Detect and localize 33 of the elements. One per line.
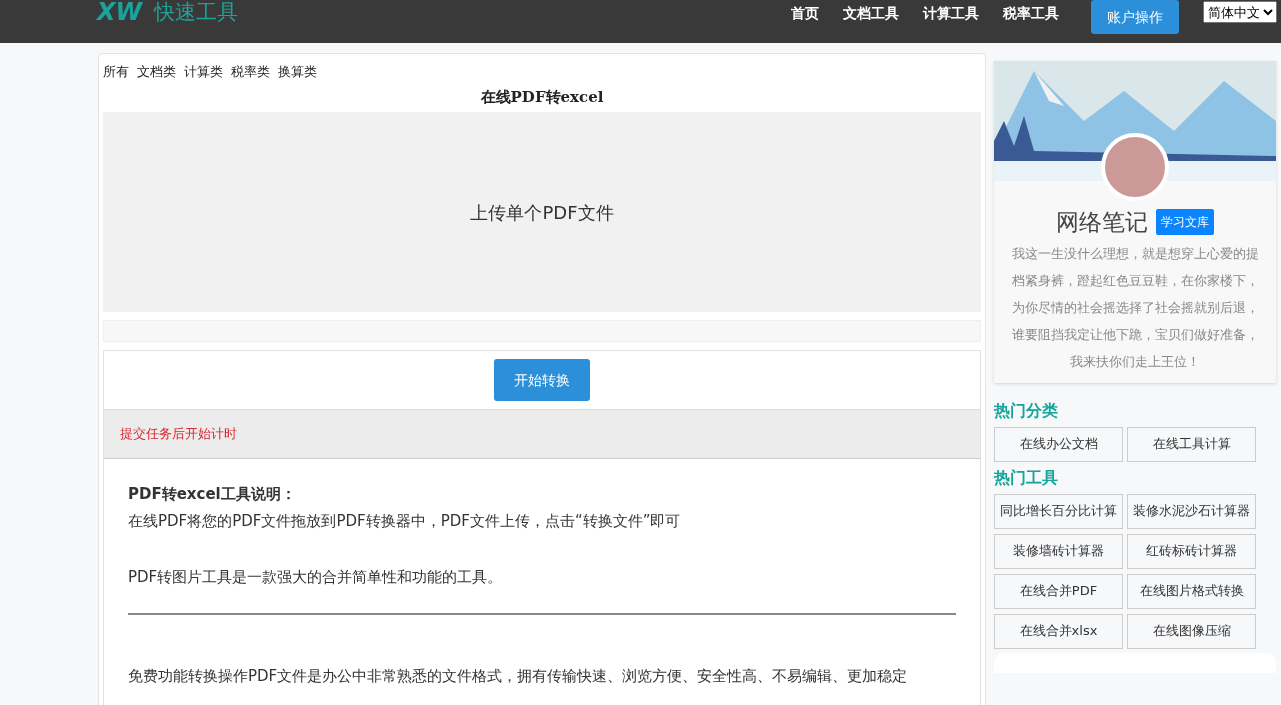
tool-link-button[interactable]: 装修墙砖计算器 — [994, 533, 1123, 569]
category-link[interactable]: 文档类 — [137, 62, 176, 82]
category-link[interactable]: 所有 — [103, 62, 129, 82]
tool-link-button[interactable]: 在线图像压缩 — [1127, 613, 1256, 649]
site-logo[interactable]: XW 快速工具 — [97, 0, 238, 24]
section-title: 热门分类 — [994, 399, 1059, 422]
language-select[interactable]: 简体中文 — [1203, 1, 1277, 23]
tool-link-button[interactable]: 同比增长百分比计算 — [994, 493, 1123, 529]
tool-link-button[interactable]: 在线合并PDF — [994, 573, 1123, 609]
description-paragraph: 免费功能转换操作PDF文件是办公中非常熟悉的文件格式，拥有传输快速、浏览方便、安全性高、不易编辑、更加稳定 — [128, 665, 909, 687]
nav-link[interactable]: 首页 — [791, 2, 819, 24]
profile-bio: 我这一生没什么理想，就是想穿上心爱的提档紧身裤，蹬起红色豆豆鞋，在你家楼下，为你尽情的社会摇选择了社会摇就别后退，谁要阻挡我定让他下跪，宝贝们做好准备，我来扶你们走上王位！ — [1010, 244, 1260, 371]
nav-link[interactable]: 文档工具 — [843, 2, 899, 24]
description-heading: PDF转excel工具说明： — [128, 484, 297, 505]
category-link[interactable]: 税率类 — [231, 62, 270, 82]
category-link[interactable]: 计算类 — [184, 62, 223, 82]
tool-link-button[interactable]: 红砖标砖计算器 — [1127, 533, 1256, 569]
description-paragraph: PDF转图片工具是一款强大的合并简单性和功能的工具。 — [128, 567, 504, 588]
nav-link[interactable]: 税率工具 — [1003, 2, 1059, 24]
section-title: 热门工具 — [994, 466, 1059, 489]
tool-link-button[interactable]: 在线合并xlsx — [994, 613, 1123, 649]
upload-drop-zone[interactable]: 上传单个PDF文件 — [103, 112, 981, 312]
nav-link[interactable]: 计算工具 — [923, 2, 979, 24]
tool-title: 在线PDF转excel — [479, 86, 605, 108]
tool-link-button[interactable]: 在线办公文档 — [994, 426, 1123, 462]
category-link[interactable]: 换算类 — [278, 62, 317, 82]
description-paragraph: 在线PDF将您的PDF文件拖放到PDF转换器中，PDF文件上传，点击“转换文件”即可 — [128, 510, 682, 532]
tool-link-button[interactable]: 在线图片格式转换 — [1127, 573, 1256, 609]
tool-link-button[interactable]: 在线工具计算 — [1127, 426, 1256, 462]
timer-note: 提交任务后开始计时 — [120, 425, 237, 444]
profile-tag: 学习文库 — [1156, 209, 1214, 236]
profile-name: 网络笔记 — [1056, 208, 1148, 237]
tool-link-button[interactable]: 装修水泥沙石计算器 — [1127, 493, 1256, 529]
